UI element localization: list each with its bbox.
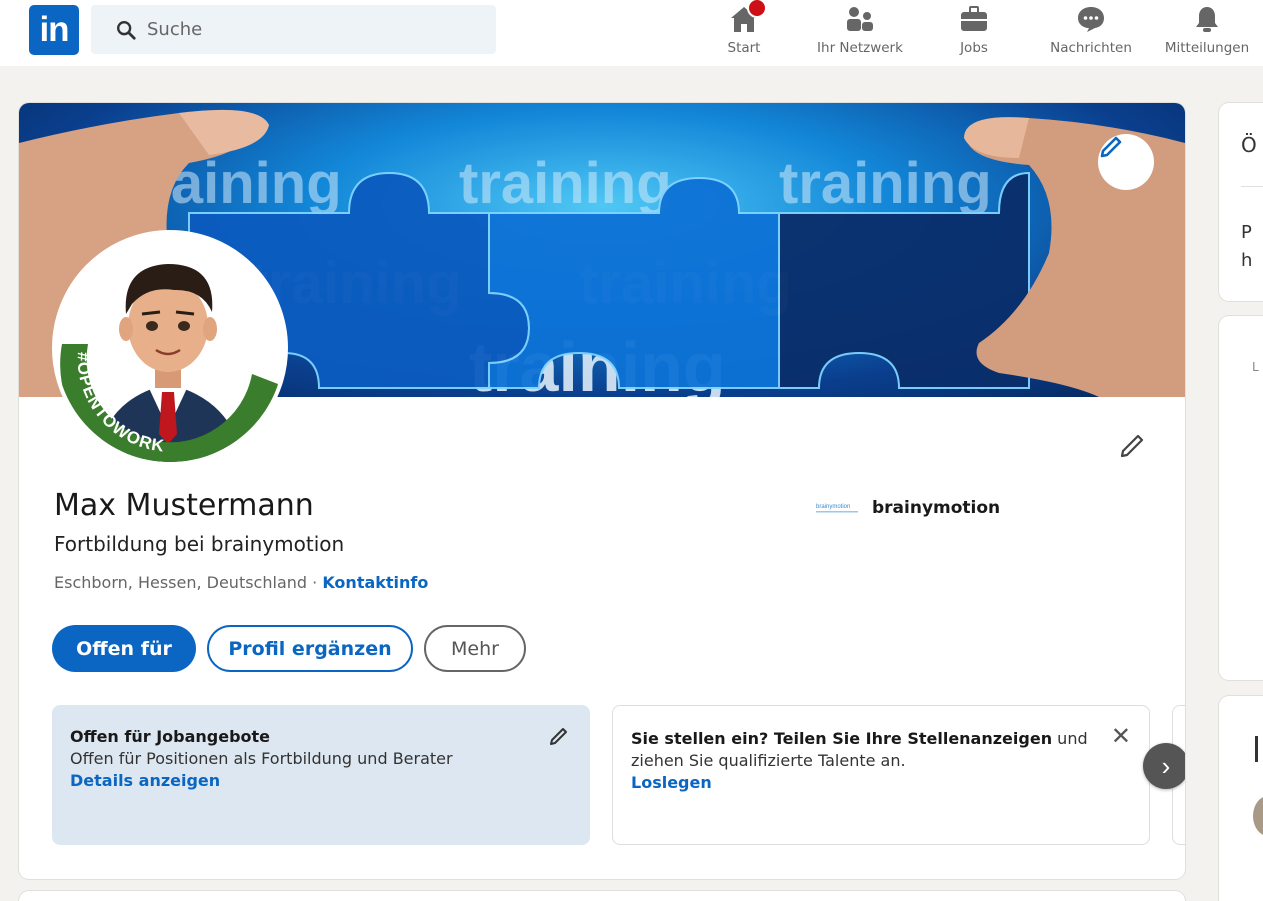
top-nav: in Start Ihr Netzwerk [0,0,1263,66]
avatar-image: #OPENTOWORK [56,234,284,462]
otw-details-link[interactable]: Details anzeigen [70,771,572,790]
nav-label-start: Start [727,40,761,56]
sidebar-card-people [1219,696,1263,901]
bell-icon [1196,7,1218,32]
company-logo-text: brainymotion [816,504,850,510]
nav-messaging[interactable]: Nachrichten [1045,0,1137,66]
profile-card: training training training training trai… [19,103,1185,879]
hiring-bold: Sie stellen ein? Teilen Sie Ihre Stellen… [631,729,1053,748]
hiring-start-link[interactable]: Loslegen [631,773,1131,792]
profile-avatar[interactable]: #OPENTOWORK [52,230,288,466]
nav-label-messaging: Nachrichten [1050,40,1132,56]
otw-title: Offen für Jobangebote [70,727,271,746]
separator: · [307,573,323,592]
edit-banner-button[interactable] [1098,134,1154,190]
nav-notifications[interactable]: Mitteilungen [1159,0,1255,66]
next-section-card [19,891,1185,901]
company-logo: brainymotion [816,504,858,513]
open-to-button[interactable]: Offen für [52,625,196,672]
company-name: brainymotion [872,498,1001,518]
nav-start[interactable]: Start [724,0,767,66]
messaging-icon [1078,7,1104,32]
nav-network[interactable]: Ihr Netzwerk [811,0,909,66]
sidebar-text: Ph [1241,222,1253,271]
linkedin-logo[interactable]: in [29,5,79,55]
hiring-card: Sie stellen ein? Teilen Sie Ihre Stellen… [612,705,1150,845]
pencil-icon[interactable] [548,725,570,747]
nav-jobs[interactable]: Jobs [954,0,994,66]
hiring-text: Sie stellen ein? Teilen Sie Ihre Stellen… [631,728,1101,772]
more-button[interactable]: Mehr [424,625,526,672]
banner-word: training [459,151,672,216]
nav-label-jobs: Jobs [960,40,988,56]
search-input[interactable] [147,19,447,40]
search-icon [117,20,136,40]
divider [1241,186,1263,187]
banner-word: training [779,151,992,216]
sidebar-text: L [1252,360,1259,374]
search-bar[interactable] [91,5,496,54]
close-icon[interactable]: ✕ [1111,722,1131,751]
complete-profile-button[interactable]: Profil ergänzen [207,625,413,672]
network-icon [847,7,873,31]
profile-headline: Fortbildung bei brainymotion [54,532,345,556]
sidebar-text: Ö [1241,133,1257,157]
open-to-work-card: Offen für Jobangebote Offen für Position… [52,705,590,845]
sidebar-heading-fragment [1255,736,1258,762]
edit-intro-button[interactable] [1115,429,1149,463]
profile-location: Eschborn, Hessen, Deutschland · Kontakti… [54,573,428,592]
pencil-icon [1120,434,1144,458]
nav-label-network: Ihr Netzwerk [817,40,903,56]
otw-subtitle: Offen für Positionen als Fortbildung und… [70,749,453,768]
contact-info-link[interactable]: Kontaktinfo [322,573,428,592]
profile-name: Max Mustermann [54,488,314,523]
avatar[interactable] [1253,796,1263,836]
carousel-next-button[interactable]: › [1143,743,1185,789]
sidebar-card-ad: L [1219,316,1263,680]
location-text: Eschborn, Hessen, Deutschland [54,573,308,592]
pencil-icon [1100,136,1122,158]
nav-label-notifications: Mitteilungen [1164,40,1250,56]
briefcase-icon [961,6,987,31]
sidebar-card-profile-language: Ö Ph [1219,103,1263,301]
notification-badge [747,0,767,18]
current-company[interactable]: brainymotion brainymotion [816,498,1000,518]
